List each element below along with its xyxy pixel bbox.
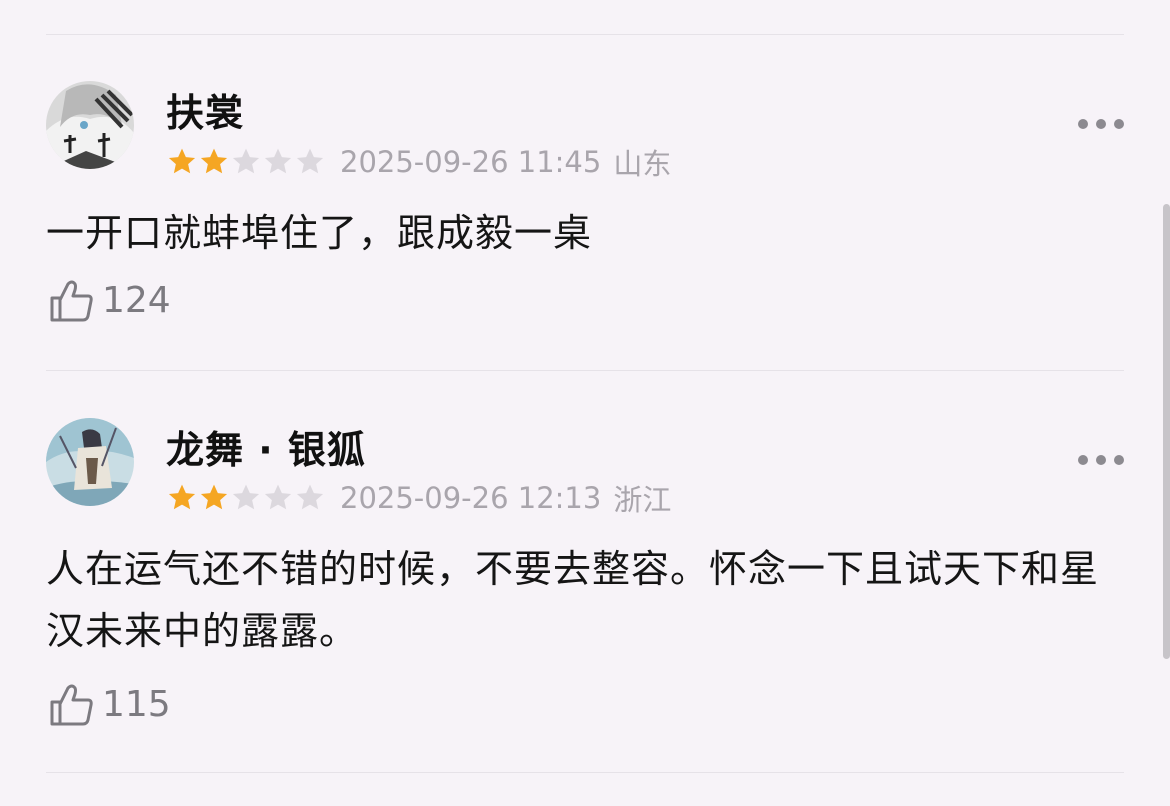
- star-empty-icon: [230, 482, 262, 514]
- username[interactable]: 龙舞 · 银狐: [166, 419, 366, 474]
- thumbs-up-icon: [50, 684, 93, 726]
- location: 浙江: [613, 483, 672, 517]
- like-button[interactable]: 124: [48, 276, 171, 324]
- avatar[interactable]: [46, 81, 134, 169]
- like-count: 124: [102, 279, 171, 321]
- comment-divider: [46, 370, 1124, 371]
- star-filled-icon: [166, 146, 198, 178]
- comment-text: 一开口就蚌埠住了，跟成毅一桌: [46, 211, 593, 255]
- star-rating: [166, 146, 326, 178]
- star-filled-icon: [198, 146, 230, 178]
- thumbs-up-icon: [50, 280, 93, 322]
- timestamp: 2025-09-26 11:45: [340, 145, 602, 179]
- username[interactable]: 扶裳: [166, 82, 244, 137]
- comment-meta: 2025-09-26 12:13 浙江: [166, 477, 671, 519]
- star-empty-icon: [262, 482, 294, 514]
- top-divider: [46, 34, 1124, 35]
- star-empty-icon: [294, 146, 326, 178]
- comment-text: 人在运气还不错的时候，不要去整容。怀念一下且试天下和星汉未来中的露露。: [46, 547, 1100, 653]
- star-filled-icon: [166, 482, 198, 514]
- like-count: 115: [102, 683, 171, 725]
- star-empty-icon: [294, 482, 326, 514]
- like-button[interactable]: 115: [48, 680, 171, 728]
- comment-meta: 2025-09-26 11:45 山东: [166, 141, 671, 183]
- scrollbar[interactable]: [1163, 204, 1170, 659]
- star-rating: [166, 482, 326, 514]
- more-options-icon[interactable]: [1078, 452, 1124, 468]
- avatar[interactable]: [46, 418, 134, 506]
- star-empty-icon: [262, 146, 294, 178]
- location: 山东: [613, 147, 672, 181]
- star-empty-icon: [230, 146, 262, 178]
- timestamp: 2025-09-26 12:13: [340, 481, 602, 515]
- more-options-icon[interactable]: [1078, 116, 1124, 132]
- comment-divider: [46, 772, 1124, 773]
- star-filled-icon: [198, 482, 230, 514]
